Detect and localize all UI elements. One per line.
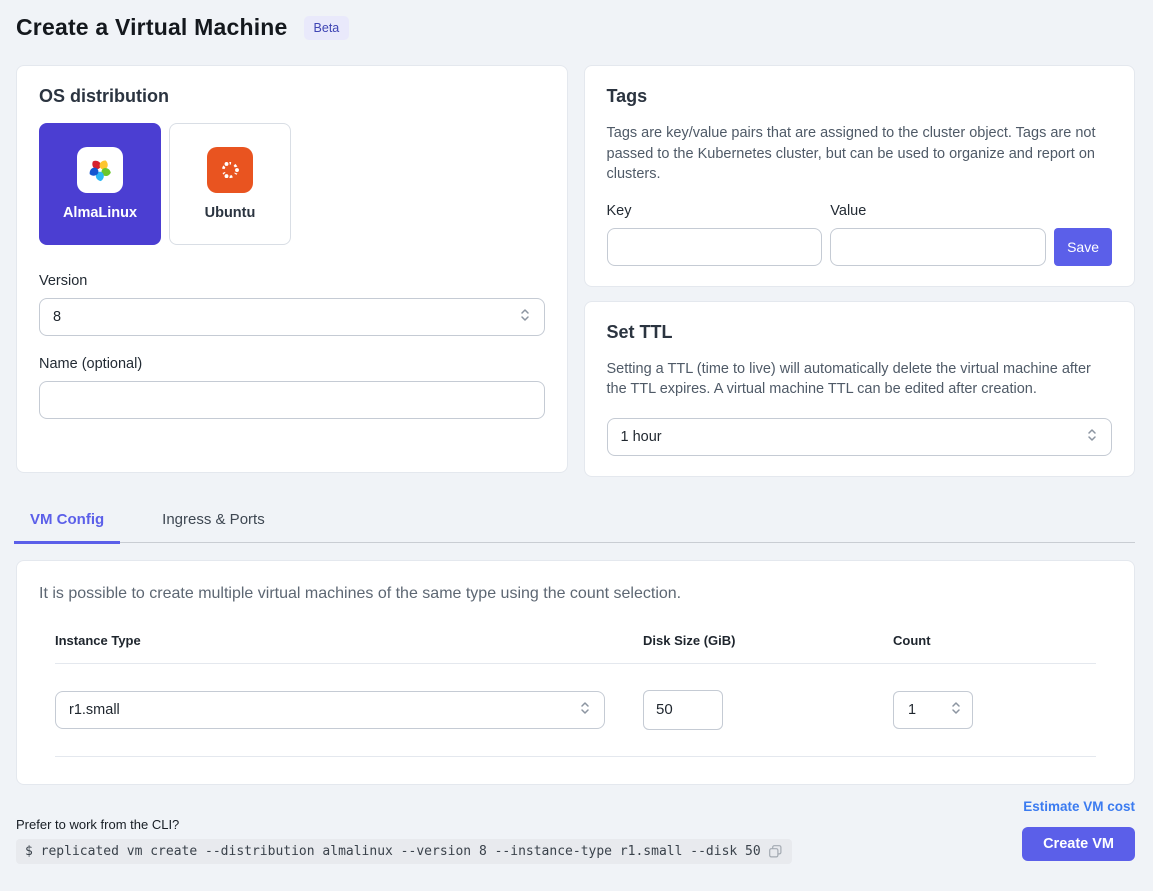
version-select-value: 8 <box>53 309 61 325</box>
os-distribution-card: OS distribution <box>16 65 568 473</box>
column-disk-size: Disk Size (GiB) <box>643 633 893 648</box>
copy-icon[interactable] <box>768 844 783 859</box>
os-tile-almalinux[interactable]: AlmaLinux <box>39 123 161 245</box>
tag-value-group: Value <box>830 203 1046 266</box>
cli-command-text: $ replicated vm create --distribution al… <box>25 844 761 859</box>
vm-config-intro: It is possible to create multiple virtua… <box>39 585 1112 603</box>
ttl-description: Setting a TTL (time to live) will automa… <box>607 359 1113 400</box>
page-header: Create a Virtual Machine Beta <box>16 12 1135 65</box>
create-vm-page: Create a Virtual Machine Beta OS distrib… <box>0 0 1153 864</box>
tag-key-label: Key <box>607 203 823 219</box>
select-chevrons-icon <box>579 699 591 721</box>
cli-command-block: $ replicated vm create --distribution al… <box>16 839 792 864</box>
column-instance-type: Instance Type <box>55 633 643 648</box>
tag-key-input[interactable] <box>607 228 823 266</box>
vm-config-card: It is possible to create multiple virtua… <box>16 560 1135 785</box>
select-chevrons-icon <box>1086 426 1098 448</box>
ubuntu-logo-icon <box>207 147 253 193</box>
version-label: Version <box>39 273 545 289</box>
vm-table-row: r1.small 1 <box>55 664 1096 757</box>
set-ttl-card: Set TTL Setting a TTL (time to live) wil… <box>584 301 1136 477</box>
almalinux-logo-icon <box>77 147 123 193</box>
footer-actions: Estimate VM cost Create VM <box>1022 799 1135 864</box>
instance-type-cell: r1.small <box>55 691 643 729</box>
ttl-select-value: 1 hour <box>621 429 662 445</box>
top-cards-grid: OS distribution <box>16 65 1135 477</box>
disk-size-cell <box>643 690 893 730</box>
cli-block: Prefer to work from the CLI? $ replicate… <box>16 817 792 864</box>
stepper-chevrons-icon <box>950 699 962 721</box>
column-count: Count <box>893 633 1096 648</box>
disk-size-input[interactable] <box>643 690 723 730</box>
ttl-select[interactable]: 1 hour <box>607 418 1113 456</box>
tags-description: Tags are key/value pairs that are assign… <box>607 123 1113 185</box>
tab-vm-config[interactable]: VM Config <box>14 499 120 544</box>
tags-card: Tags Tags are key/value pairs that are a… <box>584 65 1136 287</box>
instance-type-value: r1.small <box>69 702 120 718</box>
estimate-vm-cost-link[interactable]: Estimate VM cost <box>1023 799 1135 814</box>
vm-table: Instance Type Disk Size (GiB) Count r1.s… <box>39 633 1112 757</box>
tag-key-group: Key <box>607 203 823 266</box>
tag-value-input[interactable] <box>830 228 1046 266</box>
tag-input-row: Key Value Save <box>607 203 1113 266</box>
page-footer: Prefer to work from the CLI? $ replicate… <box>16 799 1135 864</box>
vm-table-header: Instance Type Disk Size (GiB) Count <box>55 633 1096 664</box>
name-input[interactable] <box>39 381 545 419</box>
name-label: Name (optional) <box>39 356 545 372</box>
count-value: 1 <box>908 702 916 718</box>
right-column: Tags Tags are key/value pairs that are a… <box>584 65 1136 477</box>
os-tile-label: Ubuntu <box>205 205 256 221</box>
tag-value-label: Value <box>830 203 1046 219</box>
ttl-card-title: Set TTL <box>607 322 1113 343</box>
os-tiles: AlmaLinux Ubuntu <box>39 123 545 245</box>
create-vm-button[interactable]: Create VM <box>1022 827 1135 861</box>
tab-ingress-ports[interactable]: Ingress & Ports <box>146 499 281 544</box>
select-chevrons-icon <box>519 306 531 328</box>
tags-card-title: Tags <box>607 86 1113 107</box>
count-stepper[interactable]: 1 <box>893 691 973 729</box>
cli-prompt-text: Prefer to work from the CLI? <box>16 817 792 832</box>
instance-type-select[interactable]: r1.small <box>55 691 605 729</box>
count-cell: 1 <box>893 691 1096 729</box>
beta-badge: Beta <box>304 16 350 40</box>
tabs-bar: VM Config Ingress & Ports <box>14 499 1135 543</box>
os-card-title: OS distribution <box>39 86 545 107</box>
os-tile-ubuntu[interactable]: Ubuntu <box>169 123 291 245</box>
page-title: Create a Virtual Machine <box>16 14 288 41</box>
version-select[interactable]: 8 <box>39 298 545 336</box>
os-tile-label: AlmaLinux <box>63 205 137 221</box>
save-tag-button[interactable]: Save <box>1054 228 1112 266</box>
